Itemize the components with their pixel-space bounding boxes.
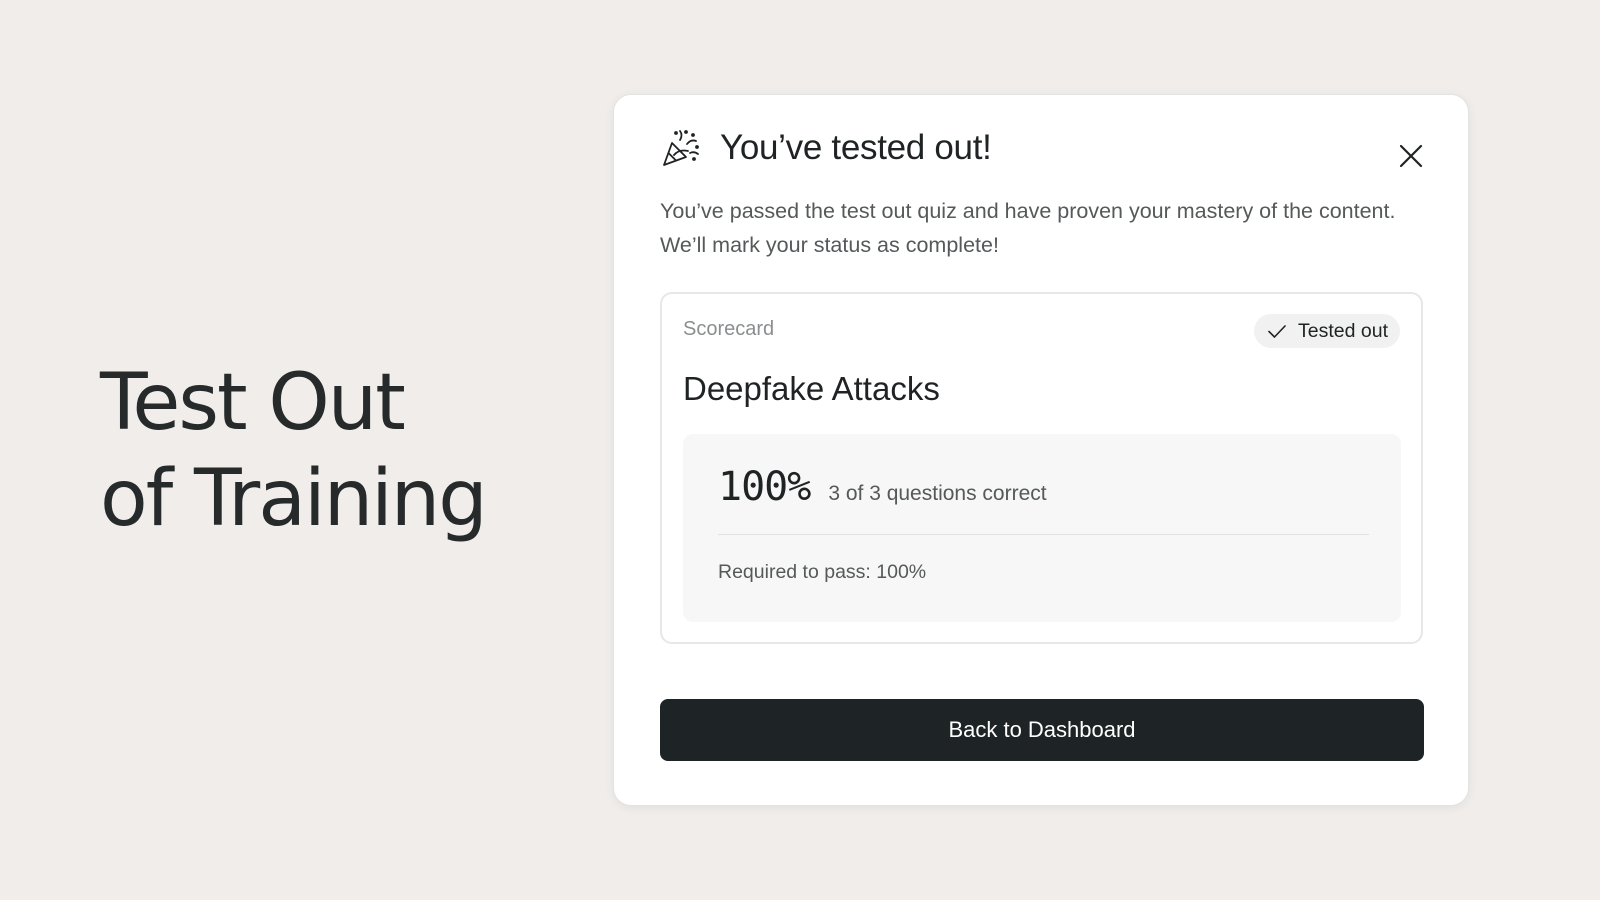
status-badge-label: Tested out	[1298, 319, 1388, 342]
heading-line-1: Test Out	[100, 358, 406, 448]
score-detail: 3 of 3 questions correct	[828, 482, 1047, 505]
back-to-dashboard-button[interactable]: Back to Dashboard	[660, 699, 1424, 761]
modal-description: You’ve passed the test out quiz and have…	[660, 199, 1396, 257]
modal-title: You’ve tested out!	[720, 128, 992, 167]
required-to-pass: Required to pass: 100%	[718, 561, 927, 583]
close-button[interactable]	[1396, 141, 1426, 171]
score-percent: 100%	[718, 464, 811, 510]
test-out-modal: You’ve tested out! You’ve passed the tes…	[613, 94, 1469, 806]
score-summary: 100% 3 of 3 questions correct Required t…	[683, 434, 1401, 622]
heading-line-2: of Training	[100, 454, 488, 544]
page-heading: Test Out of Training	[100, 355, 488, 547]
score-divider	[718, 534, 1369, 535]
scorecard-label: Scorecard	[683, 318, 775, 340]
course-title: Deepfake Attacks	[683, 370, 940, 407]
score-row: 100% 3 of 3 questions correct	[718, 464, 1047, 510]
status-badge: Tested out	[1254, 314, 1400, 348]
close-icon	[1399, 144, 1423, 168]
party-popper-icon	[663, 130, 699, 166]
checkmark-icon	[1268, 325, 1286, 338]
modal-header: You’ve tested out!	[660, 127, 992, 169]
scorecard: Scorecard Tested out Deepfake Attacks 10…	[660, 292, 1423, 644]
